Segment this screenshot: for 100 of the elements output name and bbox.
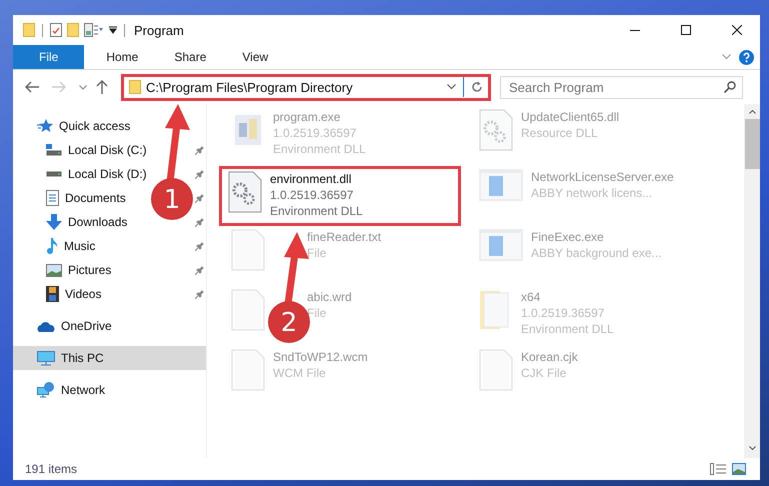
step-number: 1 — [164, 185, 180, 215]
file-name: NetworkLicenseServer.exe — [531, 169, 674, 185]
large-icons-view-icon[interactable] — [732, 463, 746, 475]
back-icon[interactable] — [25, 81, 39, 93]
document-icon — [231, 289, 265, 331]
star-icon — [37, 119, 53, 133]
gear-file-icon — [228, 171, 262, 213]
network-icon — [37, 382, 55, 398]
sidebar-label: Downloads — [68, 215, 128, 229]
sidebar-item[interactable]: OneDrive — [13, 314, 206, 338]
dropdown-icon[interactable] — [109, 26, 117, 34]
file-detail: Resource DLL — [521, 125, 599, 141]
sidebar-item[interactable]: Documents — [13, 186, 130, 210]
file-detail: File — [307, 245, 328, 261]
number-badge — [151, 178, 193, 220]
maximize-icon — [681, 25, 691, 35]
sidebar-label: Videos — [65, 287, 102, 301]
window-icon — [479, 229, 523, 261]
help-icon[interactable] — [739, 50, 754, 64]
sidebar-label: Documents — [65, 191, 126, 205]
pin-icon[interactable] — [195, 242, 204, 250]
recent-locations-icon[interactable] — [79, 84, 87, 90]
sidebar-item[interactable]: Quick access — [13, 114, 206, 138]
pin-icon[interactable] — [195, 146, 204, 154]
ribbon-tab[interactable]: Share — [156, 45, 224, 69]
file-name: program.exe — [273, 109, 342, 125]
sidebar-label: Network — [61, 383, 106, 397]
document-icon — [46, 190, 59, 206]
drive-icon — [46, 144, 62, 156]
expand-ribbon-icon[interactable] — [722, 54, 731, 60]
file-name: Korean.cjk — [521, 349, 578, 365]
file-detail: File — [307, 305, 328, 321]
picture-icon — [46, 264, 62, 276]
view-icon[interactable] — [84, 23, 104, 37]
sidebar-label: OneDrive — [61, 319, 112, 333]
file-detail: CJK File — [521, 365, 568, 381]
step-number: 2 — [280, 308, 298, 338]
file-detail: 1.0.2519.36597 — [270, 187, 354, 203]
file-name: SndToWP12.wcm — [273, 349, 368, 365]
sidebar-item[interactable]: Network — [13, 378, 206, 402]
file-name: FineExec.exe — [531, 229, 605, 245]
search-icon — [724, 80, 736, 92]
document-icon — [479, 349, 513, 391]
film-icon — [46, 286, 59, 302]
ribbon-tab[interactable]: View — [224, 45, 286, 69]
up-icon[interactable] — [96, 80, 108, 94]
scrollbar-thumb[interactable] — [744, 119, 760, 169]
scrollbar[interactable] — [744, 104, 760, 458]
file-detail: Environment DLL — [273, 141, 366, 157]
sidebar-item[interactable]: Music — [13, 234, 100, 258]
properties-icon[interactable] — [50, 23, 62, 37]
sidebar-label: Quick access — [59, 119, 130, 133]
drive-icon — [46, 171, 62, 177]
file-item[interactable]: environment.dll 1.0.2519.36597 Environment DLL — [219, 166, 461, 226]
address-bar[interactable]: C:\Program Files\Program Directory — [121, 74, 491, 100]
window-title: Program — [134, 22, 184, 38]
scroll-down-icon[interactable] — [748, 446, 756, 450]
music-note-icon — [46, 238, 58, 254]
dropdown-icon[interactable] — [447, 84, 456, 90]
sidebar-item[interactable]: Local Disk (C:) — [13, 138, 151, 162]
pin-icon[interactable] — [195, 218, 204, 226]
file-name: x64 — [521, 289, 542, 305]
sidebar-item[interactable]: Downloads — [13, 210, 132, 234]
address-text: C:\Program Files\Program Directory — [146, 80, 353, 94]
close-icon — [732, 25, 742, 35]
monitor-icon — [37, 350, 55, 366]
file-detail: ABBY background exe... — [531, 245, 662, 261]
file-detail: 1.0.2519.36597 — [521, 305, 606, 321]
pin-icon[interactable] — [195, 170, 204, 178]
cloud-icon — [37, 320, 55, 332]
number-badge — [268, 301, 310, 343]
sidebar-item[interactable]: Videos — [13, 282, 106, 306]
sidebar-label: Local Disk (D:) — [68, 167, 147, 181]
ribbon-tab[interactable]: Home — [88, 45, 156, 69]
sidebar-item[interactable]: Local Disk (D:) — [13, 162, 151, 186]
details-view-icon[interactable] — [710, 463, 726, 475]
file-name: environment.dll — [270, 171, 352, 187]
ribbon-tab[interactable]: File — [13, 45, 84, 69]
sidebar-label: Local Disk (C:) — [68, 143, 147, 157]
document-icon — [231, 229, 265, 271]
search-field[interactable]: Search Program — [500, 76, 743, 98]
scroll-up-icon[interactable] — [748, 110, 756, 114]
file-detail: 1.0.2519.36597 — [273, 125, 358, 141]
file-name: fineReader.txt — [307, 229, 382, 245]
refresh-icon[interactable] — [471, 81, 483, 93]
sidebar-label: Pictures — [68, 263, 112, 277]
file-detail: WCM File — [273, 365, 327, 381]
pin-icon[interactable] — [195, 194, 204, 202]
sidebar-label: Music — [64, 239, 96, 253]
item-count: 191 items — [25, 462, 78, 476]
file-name: abic.wrd — [307, 289, 352, 305]
folder-icon — [129, 80, 141, 94]
pin-icon[interactable] — [195, 266, 204, 274]
sidebar-label: This PC — [61, 351, 104, 365]
sidebar-item[interactable]: This PC — [13, 346, 206, 370]
file-detail: ABBY network licens... — [531, 185, 654, 201]
file-detail: Environment DLL — [521, 321, 614, 337]
sidebar-item[interactable]: Pictures — [13, 258, 116, 282]
file-detail: Environment DLL — [270, 203, 363, 219]
pin-icon[interactable] — [195, 290, 204, 298]
